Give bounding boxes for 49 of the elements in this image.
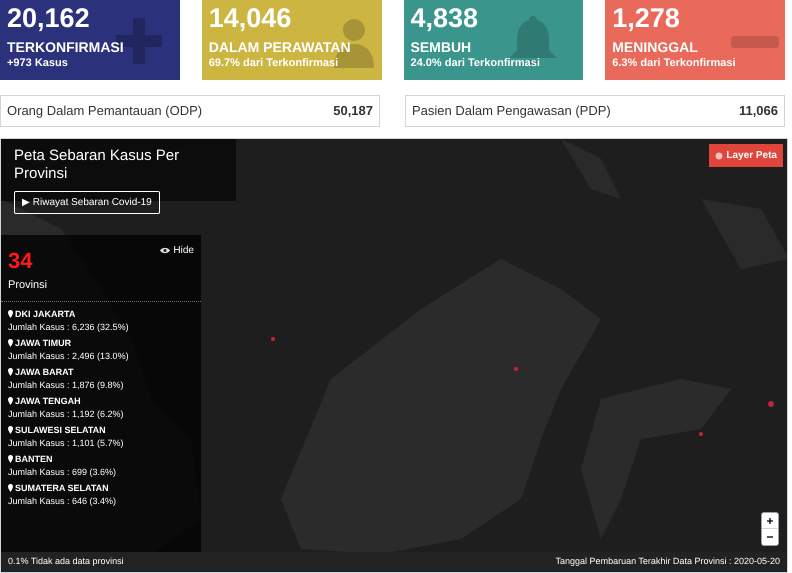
pin-icon xyxy=(8,310,13,318)
case-count: Jumlah Kasus : 1,192 (6.2%) xyxy=(8,408,124,420)
case-count: Jumlah Kasus : 1,101 (5.7%) xyxy=(8,436,124,450)
history-button[interactable]: ▶ Riwayat Sebaran Covid-19 xyxy=(14,191,160,214)
stat-label: MENINGGAL xyxy=(612,38,698,56)
pin-icon xyxy=(8,455,13,463)
minus-icon xyxy=(731,36,779,48)
stat-label: TERKONFIRMASI xyxy=(7,38,124,56)
summary-value: 50,187 xyxy=(333,102,373,120)
stat-value: 4,838 xyxy=(410,2,478,34)
province-name: BANTEN xyxy=(15,452,52,466)
case-count: Jumlah Kasus : 646 (3.4%) xyxy=(8,494,116,508)
summary-label: Pasien Dalam Pengawasan (PDP) xyxy=(412,102,611,120)
pin-icon xyxy=(8,426,13,434)
stat-value: 1,278 xyxy=(612,2,680,34)
zoom-out-button[interactable]: − xyxy=(762,529,778,545)
province-count: 34 xyxy=(8,249,32,273)
province-count-label: Provinsi xyxy=(7,278,48,293)
stat-subtitle: 69.7% dari Terkonfirmasi xyxy=(208,56,338,70)
zoom-in-button[interactable]: + xyxy=(762,513,778,529)
province-name: SULAWESI SELATAN xyxy=(15,424,106,436)
case-count: Jumlah Kasus : 1,876 (9.8%) xyxy=(8,378,124,392)
pin-icon xyxy=(8,368,13,376)
stat-value: 20,162 xyxy=(7,2,90,34)
hide-button[interactable]: Hide xyxy=(160,243,194,258)
province-name: JAWA BARAT xyxy=(15,366,74,378)
footer-note: 0.1% Tidak ada data provinsi xyxy=(8,555,124,568)
stat-label: SEMBUH xyxy=(410,38,472,56)
province-name: JAWA TIMUR xyxy=(15,336,72,350)
pin-icon xyxy=(8,397,13,405)
case-count: Jumlah Kasus : 6,236 (32.5%) xyxy=(8,320,129,334)
layer-button[interactable]: Layer Peta xyxy=(709,144,783,167)
map-title: Peta Sebaran Kasus Per Provinsi xyxy=(14,147,180,183)
summary-value: 11,066 xyxy=(738,102,778,120)
update-date: Tanggal Pembaruan Terakhir Data Provinsi : 2020-05-20 xyxy=(556,555,780,568)
pin-icon xyxy=(8,339,13,347)
eye-icon xyxy=(160,247,170,254)
province-name: SUMATERA SELATAN xyxy=(15,482,109,494)
province-name: DKI JAKARTA xyxy=(15,308,76,320)
pin-icon xyxy=(8,484,13,492)
stat-subtitle: 24.0% dari Terkonfirmasi xyxy=(410,56,540,70)
stat-label: DALAM PERAWATAN xyxy=(208,38,351,56)
summary-label: Orang Dalam Pemantauan (ODP) xyxy=(7,102,202,120)
case-count: Jumlah Kasus : 2,496 (13.0%) xyxy=(8,350,129,362)
stat-subtitle: +973 Kasus xyxy=(7,56,68,70)
province-name: JAWA TENGAH xyxy=(15,394,81,408)
case-count: Jumlah Kasus : 699 (3.6%) xyxy=(8,466,116,478)
stat-subtitle: 6.3% dari Terkonfirmasi xyxy=(612,56,736,70)
stat-value: 14,046 xyxy=(208,2,292,34)
